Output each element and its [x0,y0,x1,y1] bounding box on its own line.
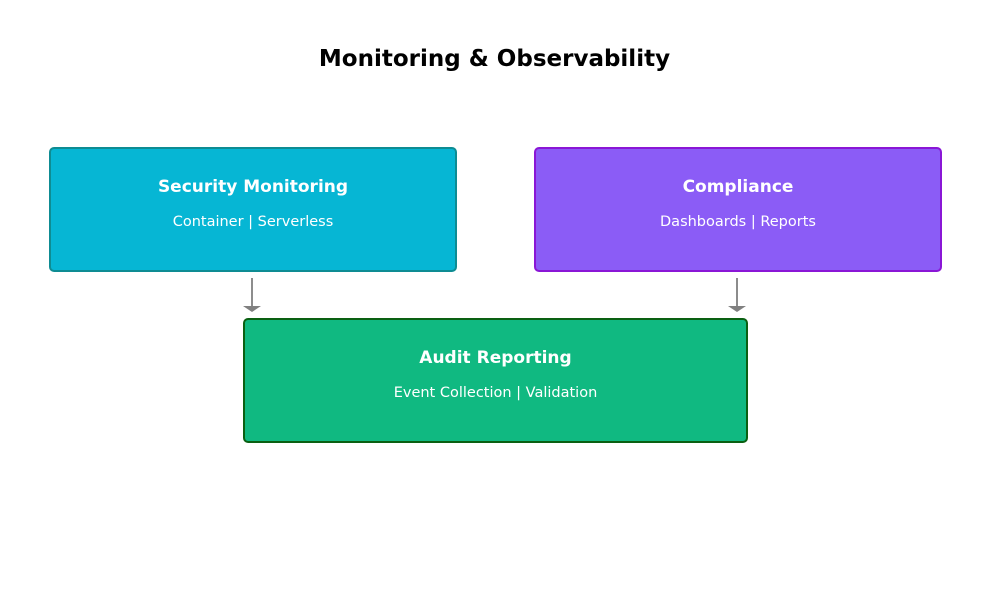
node-compliance-title: Compliance [682,177,794,197]
node-security-monitoring-title: Security Monitoring [157,177,349,197]
arrow-security-to-audit [243,278,261,312]
arrow-compliance-to-audit [728,278,746,312]
connector-layer [243,278,746,312]
node-compliance-subtitle: Dashboards | Reports [660,214,816,230]
node-audit-reporting-subtitle: Event Collection | Validation [393,385,598,401]
node-audit-reporting: Audit Reporting Event Collection | Valid… [243,318,748,443]
diagram-title: Monitoring & Observability [318,46,671,72]
node-security-monitoring: Security Monitoring Container | Serverle… [49,147,457,272]
node-audit-reporting-title: Audit Reporting [419,348,572,368]
node-compliance: Compliance Dashboards | Reports [534,147,942,272]
node-security-monitoring-subtitle: Container | Serverless [172,214,334,230]
